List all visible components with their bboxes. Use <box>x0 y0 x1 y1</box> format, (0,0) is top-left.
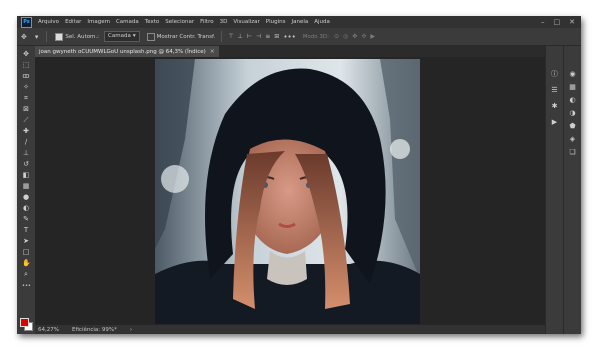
photoshop-window: Ps Arquivo Editar Imagem Camada Texto Se… <box>17 16 581 334</box>
show-transform-label: Mostrar Contr. Transf. <box>156 33 216 40</box>
options-bar: ✥ ▾ Sel. Autom.: Camada ▾ Mostrar Contr.… <box>17 28 581 46</box>
eraser-tool-icon[interactable]: ◧ <box>22 171 30 179</box>
panel-icon-strip-2: ◉ ▦ ◐ ◑ ⬟ ◈ ❏ <box>564 46 581 334</box>
document-tab-title: joan gwyneth oCUUMWLGoU unsplash.png @ 6… <box>39 48 206 55</box>
auto-select-checkbox[interactable] <box>55 32 64 41</box>
auto-select-label: Sel. Autom.: <box>65 33 100 40</box>
menu-janela[interactable]: Janela <box>288 19 311 25</box>
zoom-level[interactable]: 64,27% <box>38 327 59 333</box>
chevron-down-icon[interactable]: ▾ <box>35 33 39 41</box>
libraries-icon[interactable]: ◑ <box>568 109 577 118</box>
more-tools-icon[interactable]: ••• <box>22 282 31 290</box>
orbit-3d-icon[interactable]: ⊙ <box>334 33 339 40</box>
photoshop-logo-icon: Ps <box>21 16 32 28</box>
mode-3d-label: Modo 3D: <box>302 33 330 40</box>
canvas-area[interactable] <box>35 57 545 325</box>
menu-bar: Ps Arquivo Editar Imagem Camada Texto Se… <box>17 16 581 28</box>
styles-icon[interactable]: ⬟ <box>568 122 577 131</box>
mode-3d-buttons: ⊙ ◎ ✥ ✣ ▶ <box>334 33 375 40</box>
menu-editar[interactable]: Editar <box>62 19 84 25</box>
menu-imagem[interactable]: Imagem <box>84 19 113 25</box>
dodge-tool-icon[interactable]: ◐ <box>22 204 30 212</box>
clone-stamp-tool-icon[interactable]: ⊥ <box>22 149 30 157</box>
window-controls: – □ ✕ <box>541 16 575 28</box>
brush-tool-icon[interactable]: ∕ <box>22 138 30 146</box>
auto-select-target-dropdown[interactable]: Camada ▾ <box>104 31 140 42</box>
foreground-color-swatch[interactable] <box>20 318 29 327</box>
channels-icon[interactable]: ◈ <box>568 135 577 144</box>
status-bar: 64,27% Eficiência: 99%* › <box>35 325 545 334</box>
roll-3d-icon[interactable]: ◎ <box>343 33 348 40</box>
healing-brush-tool-icon[interactable]: ✚ <box>22 127 30 135</box>
divider <box>221 31 223 42</box>
video-3d-icon[interactable]: ▶ <box>370 33 375 40</box>
align-buttons: ⊤ ⊥ ⊢ ⊣ ≡ ⊞ <box>228 33 279 40</box>
chevron-down-icon: ▾ <box>132 33 136 39</box>
slide-3d-icon[interactable]: ✣ <box>361 33 366 40</box>
menu-camada[interactable]: Camada <box>113 19 142 25</box>
marquee-tool-icon[interactable]: ⬚ <box>22 61 30 69</box>
document-tab[interactable]: joan gwyneth oCUUMWLGoU unsplash.png @ 6… <box>35 46 219 57</box>
menu-texto[interactable]: Texto <box>142 19 163 25</box>
actions-play-icon[interactable]: ▶ <box>550 118 559 127</box>
menu-visualizar[interactable]: Visualizar <box>230 19 262 25</box>
menu-arquivo[interactable]: Arquivo <box>35 19 62 25</box>
show-transform-checkbox[interactable] <box>146 32 155 41</box>
tools-panel: ✥ ⬚ ꝏ ✧ ⌗ ⊠ ⟋ ✚ ∕ ⊥ ↺ ◧ ▦ ● ◐ ✎ T ➤ □ ✋ … <box>17 46 36 334</box>
brush-settings-icon[interactable]: ✱ <box>550 102 559 111</box>
properties-icon[interactable]: ☰ <box>550 86 559 95</box>
maximize-icon[interactable]: □ <box>554 16 561 28</box>
crop-tool-icon[interactable]: ⌗ <box>22 94 30 102</box>
status-arrow-icon[interactable]: › <box>130 327 132 333</box>
distribute-icon[interactable]: ≡ <box>265 33 270 40</box>
frame-tool-icon[interactable]: ⊠ <box>22 105 30 113</box>
distribute-spacing-icon[interactable]: ⊞ <box>274 33 279 40</box>
lasso-tool-icon[interactable]: ꝏ <box>22 72 30 80</box>
document-image[interactable] <box>155 59 420 324</box>
menu-plugins[interactable]: Plugins <box>263 19 289 25</box>
swatches-icon[interactable]: ▦ <box>568 83 577 92</box>
auto-select-target-value: Camada <box>108 33 131 39</box>
magic-wand-tool-icon[interactable]: ✧ <box>22 83 30 91</box>
close-icon[interactable]: × <box>210 48 215 55</box>
more-options-icon[interactable]: ••• <box>283 33 295 41</box>
type-tool-icon[interactable]: T <box>22 226 30 234</box>
align-right-icon[interactable]: ⊣ <box>256 33 261 40</box>
portrait-image <box>155 59 420 324</box>
history-brush-tool-icon[interactable]: ↺ <box>22 160 30 168</box>
document-tab-bar: joan gwyneth oCUUMWLGoU unsplash.png @ 6… <box>35 46 545 57</box>
eyedropper-tool-icon[interactable]: ⟋ <box>22 116 30 124</box>
move-tool-preset-icon[interactable]: ✥ <box>21 33 27 41</box>
layers-icon[interactable]: ❏ <box>568 148 577 157</box>
menu-selecionar[interactable]: Selecionar <box>162 19 197 25</box>
blur-tool-icon[interactable]: ● <box>22 193 30 201</box>
path-selection-tool-icon[interactable]: ➤ <box>22 237 30 245</box>
efficiency-readout: Eficiência: 99%* <box>71 326 117 333</box>
hand-tool-icon[interactable]: ✋ <box>22 259 31 267</box>
zoom-tool-icon[interactable]: ⌕ <box>22 270 30 278</box>
color-icon[interactable]: ◉ <box>568 70 577 79</box>
pan-3d-icon[interactable]: ✥ <box>352 33 357 40</box>
align-top-icon[interactable]: ⊤ <box>228 33 233 40</box>
pen-tool-icon[interactable]: ✎ <box>22 215 30 223</box>
menu-filtro[interactable]: Filtro <box>197 19 216 25</box>
divider <box>46 31 48 42</box>
adjustments-icon[interactable]: ◐ <box>568 96 577 105</box>
info-icon[interactable]: ⓘ <box>550 70 559 79</box>
panel-icon-strip: ⓘ ☰ ✱ ▶ <box>546 46 564 334</box>
align-left-icon[interactable]: ⊢ <box>247 33 252 40</box>
rectangle-tool-icon[interactable]: □ <box>22 248 30 256</box>
close-icon[interactable]: ✕ <box>569 16 575 28</box>
gradient-tool-icon[interactable]: ▦ <box>22 182 30 190</box>
move-tool-icon[interactable]: ✥ <box>22 50 30 58</box>
right-panel-dock: ⓘ ☰ ✱ ▶ ◉ ▦ ◐ ◑ ⬟ ◈ ❏ <box>545 46 581 334</box>
align-bottom-icon[interactable]: ⊥ <box>238 33 243 40</box>
menu-ajuda[interactable]: Ajuda <box>311 19 333 25</box>
minimize-icon[interactable]: – <box>541 16 545 28</box>
menu-3d[interactable]: 3D <box>217 19 231 25</box>
